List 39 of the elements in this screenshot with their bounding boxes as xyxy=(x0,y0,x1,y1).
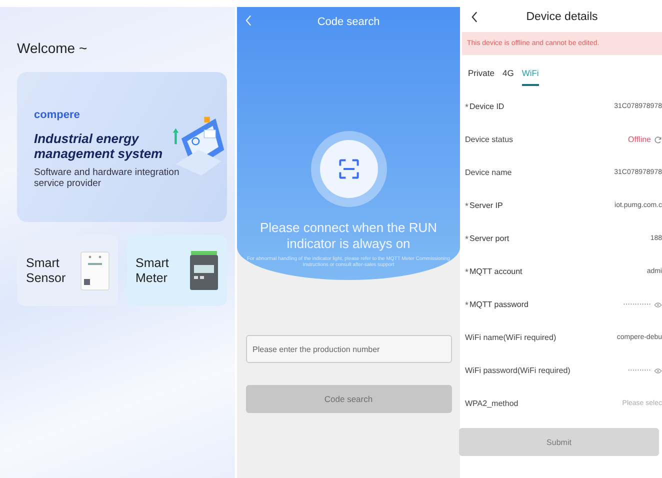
banner-title: Industrial energy management system xyxy=(34,131,164,161)
field-label: Device name xyxy=(465,168,512,177)
field-label: MQTT password xyxy=(470,300,528,309)
eye-icon[interactable] xyxy=(654,300,662,308)
page-title: Code search xyxy=(317,16,380,28)
field-label: MQTT account xyxy=(470,267,522,276)
field-label: WPA2_method xyxy=(465,399,518,408)
required-mark: * xyxy=(465,200,469,210)
scan-icon xyxy=(338,158,360,180)
sensor-device-drawing xyxy=(80,250,110,290)
field-label: Server port xyxy=(470,234,510,243)
field-label: WiFi name(WiFi required) xyxy=(465,333,556,342)
field-label: Device ID xyxy=(470,102,504,111)
product-name: Smart Meter xyxy=(136,256,170,286)
welcome-heading: Welcome ~ xyxy=(17,40,88,56)
banner-subtitle: Software and hardware integration service provider xyxy=(34,167,180,189)
instruction-heading: Please connect when the RUN indicator is always on xyxy=(258,220,438,252)
field-label: Device status xyxy=(465,135,514,144)
page-title: Device details xyxy=(526,11,598,23)
eye-icon[interactable] xyxy=(654,366,662,374)
status-value: Offline xyxy=(628,135,651,144)
field-label: Server IP xyxy=(470,201,503,210)
required-mark: * xyxy=(465,300,469,310)
scan-button[interactable] xyxy=(320,140,378,198)
production-number-field[interactable]: Please enter the production number xyxy=(246,335,452,363)
product-name: Smart Sensor xyxy=(26,256,67,286)
back-icon[interactable] xyxy=(471,11,478,23)
required-mark: * xyxy=(465,234,469,244)
brand-logo: compere xyxy=(34,109,80,121)
tab[interactable]: Private xyxy=(468,68,494,83)
required-mark: * xyxy=(465,266,469,276)
meter-device-drawing xyxy=(189,250,219,290)
product-card[interactable]: Smart Sensor xyxy=(17,235,118,306)
refresh-icon[interactable] xyxy=(654,136,662,144)
product-card[interactable]: Smart Meter xyxy=(126,235,227,306)
required-mark: * xyxy=(465,102,469,112)
tab[interactable]: 4G xyxy=(502,68,514,83)
banner-card[interactable]: compere Industrial energy management system Software and hardware integration service provider xyxy=(17,72,227,222)
field-label: WiFi password(WiFi required) xyxy=(465,366,570,375)
